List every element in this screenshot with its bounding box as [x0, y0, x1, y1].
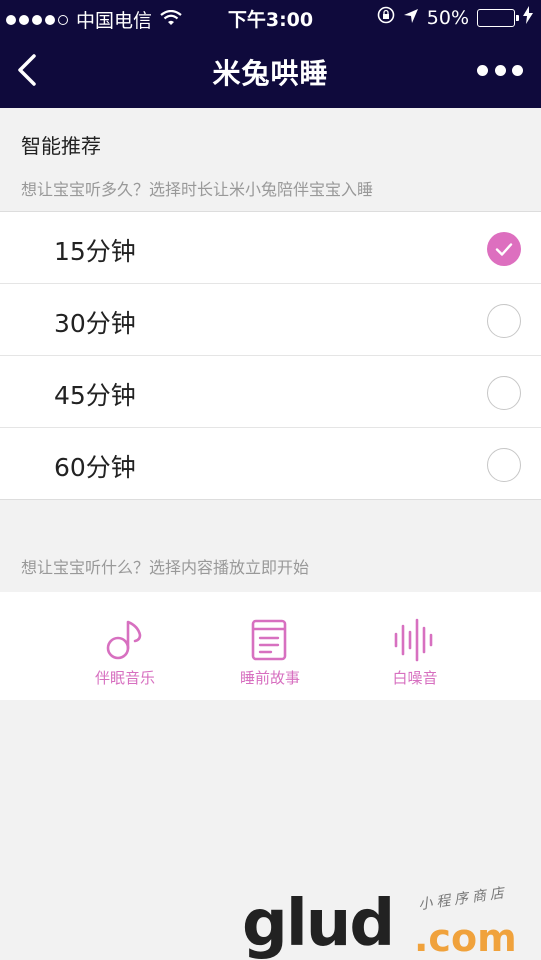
duration-label: 45分钟	[54, 381, 136, 410]
status-right: 50%	[377, 6, 533, 29]
watermark-brand: glud	[242, 887, 395, 960]
page-title: 米兔哄睡	[212, 57, 329, 90]
duration-option-60[interactable]: 60分钟	[0, 428, 541, 500]
radio-unchecked-icon[interactable]	[487, 304, 521, 338]
duration-option-30[interactable]: 30分钟	[0, 284, 541, 356]
category-label: 伴眠音乐	[94, 669, 155, 687]
category-story[interactable]: 睡前故事	[210, 618, 330, 688]
radio-checked-icon[interactable]	[487, 232, 521, 266]
music-note-icon	[106, 620, 142, 660]
radio-unchecked-icon[interactable]	[487, 376, 521, 410]
duration-option-45[interactable]: 45分钟	[0, 356, 541, 428]
category-music[interactable]: 伴眠音乐	[65, 618, 185, 688]
category-label: 睡前故事	[239, 669, 300, 687]
book-icon	[251, 619, 287, 661]
duration-options: 15分钟 30分钟 45分钟 60分钟	[0, 211, 541, 500]
duration-option-15[interactable]: 15分钟	[0, 212, 541, 284]
section-subtitle: 想让宝宝听多久？选择时长让米小兔陪伴宝宝入睡	[21, 180, 374, 199]
radio-unchecked-icon[interactable]	[487, 448, 521, 482]
watermark: glud .com 小程序商店	[242, 885, 541, 960]
nav-bar: 米兔哄睡	[0, 34, 541, 108]
more-options-button[interactable]	[477, 56, 523, 84]
rotation-lock-icon	[377, 6, 395, 29]
watermark-domain: .com	[414, 916, 517, 960]
more-dot-icon	[512, 64, 523, 76]
duration-label: 30分钟	[54, 309, 136, 338]
sound-wave-icon	[394, 618, 433, 662]
section-title: 智能推荐	[21, 134, 101, 158]
more-dot-icon	[477, 64, 488, 76]
duration-label: 60分钟	[54, 453, 136, 482]
more-dot-icon	[494, 64, 506, 76]
battery-icon	[477, 8, 519, 27]
battery-percent: 50%	[426, 6, 469, 29]
watermark-tagline: 小程序商店	[417, 884, 509, 914]
content-categories: 伴眠音乐 睡前故事 白噪音	[0, 592, 541, 700]
category-label: 白噪音	[392, 669, 438, 687]
category-white-noise[interactable]: 白噪音	[355, 618, 475, 688]
duration-label: 15分钟	[54, 237, 136, 266]
status-bar: 中国电信 下午3:00 50%	[0, 0, 541, 34]
location-icon	[403, 7, 419, 29]
content-subtitle: 想让宝宝听什么？选择内容播放立即开始	[21, 558, 310, 577]
charging-icon	[523, 6, 533, 29]
